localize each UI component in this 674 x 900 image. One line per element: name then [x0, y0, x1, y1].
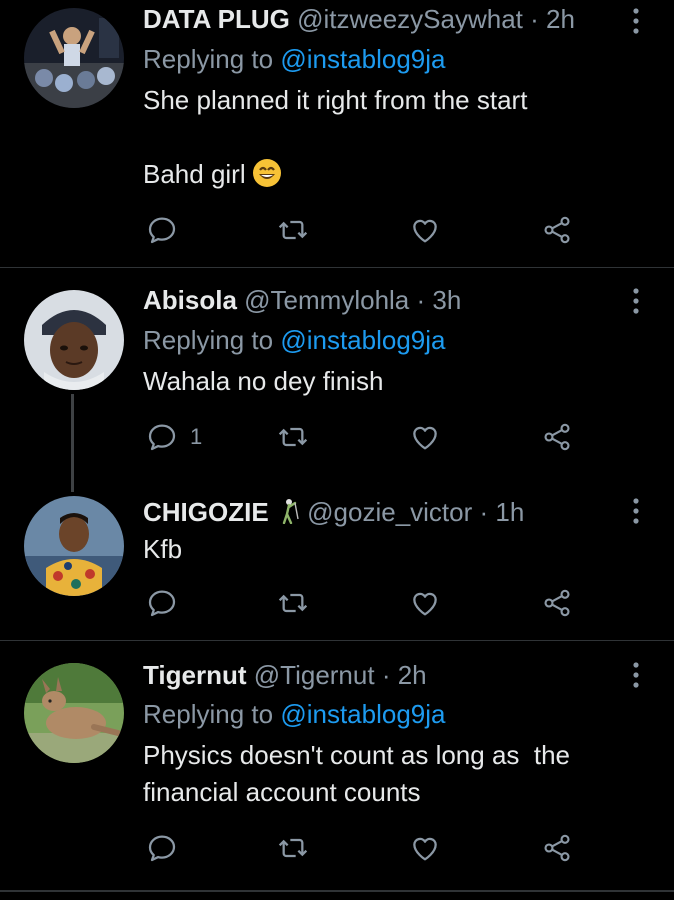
more-options-button[interactable] [624, 660, 648, 690]
retweet-button[interactable] [277, 585, 309, 621]
like-icon [413, 592, 437, 616]
like-button[interactable] [409, 212, 441, 248]
separator-dot: · [479, 497, 489, 527]
reply-button[interactable] [146, 830, 178, 866]
timestamp[interactable]: 2h [398, 660, 427, 690]
share-button[interactable] [541, 419, 573, 455]
retweet-button[interactable] [277, 212, 309, 248]
grinning-emoji [252, 158, 282, 198]
tweet-text-content: Wahala no dey finish [143, 366, 384, 396]
tweet-header: DATA PLUG @itzweezySaywhat · 2h [143, 3, 575, 35]
thread-connector [71, 394, 74, 492]
reply-button[interactable] [146, 585, 178, 621]
tweet-text-content: Physics doesn't count as long as the fin… [143, 740, 578, 807]
like-button[interactable] [409, 419, 441, 455]
separator-dot: · [530, 4, 539, 34]
author-name[interactable]: DATA PLUG [143, 4, 290, 34]
avatar[interactable] [24, 496, 124, 596]
author-name[interactable]: CHIGOZIE [143, 497, 269, 527]
tweet-text: She planned it right from the start Bahd… [143, 82, 643, 198]
separator-dot: · [381, 660, 391, 690]
tweet-actions [0, 212, 674, 248]
author-handle[interactable]: @Tigernut [254, 660, 375, 690]
share-icon [544, 834, 570, 862]
tweet-actions: 1 [0, 419, 674, 455]
share-icon [544, 216, 570, 244]
retweet-icon [278, 838, 308, 858]
golfer-emoji [278, 498, 300, 531]
like-button[interactable] [409, 830, 441, 866]
replying-to-label: Replying to [143, 325, 281, 355]
mention-link[interactable]: @instablog9ja [280, 699, 445, 729]
more-options-button[interactable] [624, 6, 648, 36]
tweet-abisola[interactable]: Abisola @Temmylohla · 3h Replying to @in… [0, 268, 674, 480]
reply-icon [148, 835, 176, 862]
timestamp[interactable]: 3h [432, 285, 461, 315]
tweet-header: Abisola @Temmylohla · 3h [143, 284, 461, 316]
share-button[interactable] [541, 585, 573, 621]
like-icon [413, 837, 437, 861]
tweet-text: Physics doesn't count as long as the fin… [143, 737, 623, 811]
timestamp[interactable]: 2h [546, 4, 575, 34]
retweet-button[interactable] [277, 830, 309, 866]
reply-button[interactable] [146, 212, 178, 248]
like-button[interactable] [409, 585, 441, 621]
author-name[interactable]: Tigernut [143, 660, 247, 690]
tweet-tigernut[interactable]: Tigernut @Tigernut · 2h Replying to @ins… [0, 641, 674, 891]
author-handle[interactable]: @itzweezySaywhat [297, 4, 523, 34]
avatar[interactable] [24, 8, 124, 108]
like-icon [413, 219, 437, 243]
replying-to-label: Replying to [143, 44, 281, 74]
replying-to: Replying to @instablog9ja [143, 43, 445, 75]
mention-link[interactable]: @instablog9ja [280, 44, 445, 74]
author-name[interactable]: Abisola [143, 285, 237, 315]
retweet-icon [278, 593, 308, 613]
more-icon [633, 8, 639, 34]
more-options-button[interactable] [624, 496, 648, 526]
reply-icon [148, 217, 176, 244]
retweet-icon [278, 220, 308, 240]
author-handle[interactable]: @gozie_victor [307, 497, 472, 527]
tweet-actions [0, 830, 674, 866]
separator-dot: · [416, 285, 426, 315]
tweet-header: Tigernut @Tigernut · 2h [143, 659, 427, 691]
tweet-text-content: She planned it right from the start Bahd… [143, 85, 528, 189]
share-icon [544, 589, 570, 617]
replying-to-label: Replying to [143, 699, 281, 729]
tweet-text: Wahala no dey finish [143, 363, 643, 400]
tweet-text: Kfb [143, 531, 643, 568]
share-button[interactable] [541, 212, 573, 248]
retweet-icon [278, 427, 308, 447]
mention-link[interactable]: @instablog9ja [280, 325, 445, 355]
divider [0, 890, 674, 892]
avatar-image [24, 8, 124, 108]
tweet-actions [0, 585, 674, 621]
tweet-chigozie[interactable]: CHIGOZIE @gozie_victor · 1h Kfb [0, 480, 674, 640]
author-handle[interactable]: @Temmylohla [244, 285, 409, 315]
retweet-button[interactable] [277, 419, 309, 455]
tweet-text-content: Kfb [143, 534, 183, 564]
reply-count: 1 [190, 424, 203, 449]
avatar-image [24, 663, 124, 763]
timestamp[interactable]: 1h [495, 497, 524, 527]
reply-icon [148, 424, 176, 451]
more-options-button[interactable] [624, 286, 648, 316]
more-icon [633, 662, 639, 688]
more-icon [633, 498, 639, 524]
reply-icon [148, 590, 176, 617]
share-icon [544, 423, 570, 451]
more-icon [633, 288, 639, 314]
like-icon [413, 426, 437, 450]
avatar-image [24, 496, 124, 596]
tweet-header: CHIGOZIE @gozie_victor · 1h [143, 496, 524, 531]
tweet-data-plug[interactable]: DATA PLUG @itzweezySaywhat · 2h Replying… [0, 0, 674, 267]
reply-button[interactable]: 1 [146, 419, 202, 455]
replying-to: Replying to @instablog9ja [143, 324, 445, 356]
replying-to: Replying to @instablog9ja [143, 698, 445, 730]
avatar[interactable] [24, 663, 124, 763]
share-button[interactable] [541, 830, 573, 866]
avatar[interactable] [24, 290, 124, 390]
avatar-image [24, 290, 124, 390]
